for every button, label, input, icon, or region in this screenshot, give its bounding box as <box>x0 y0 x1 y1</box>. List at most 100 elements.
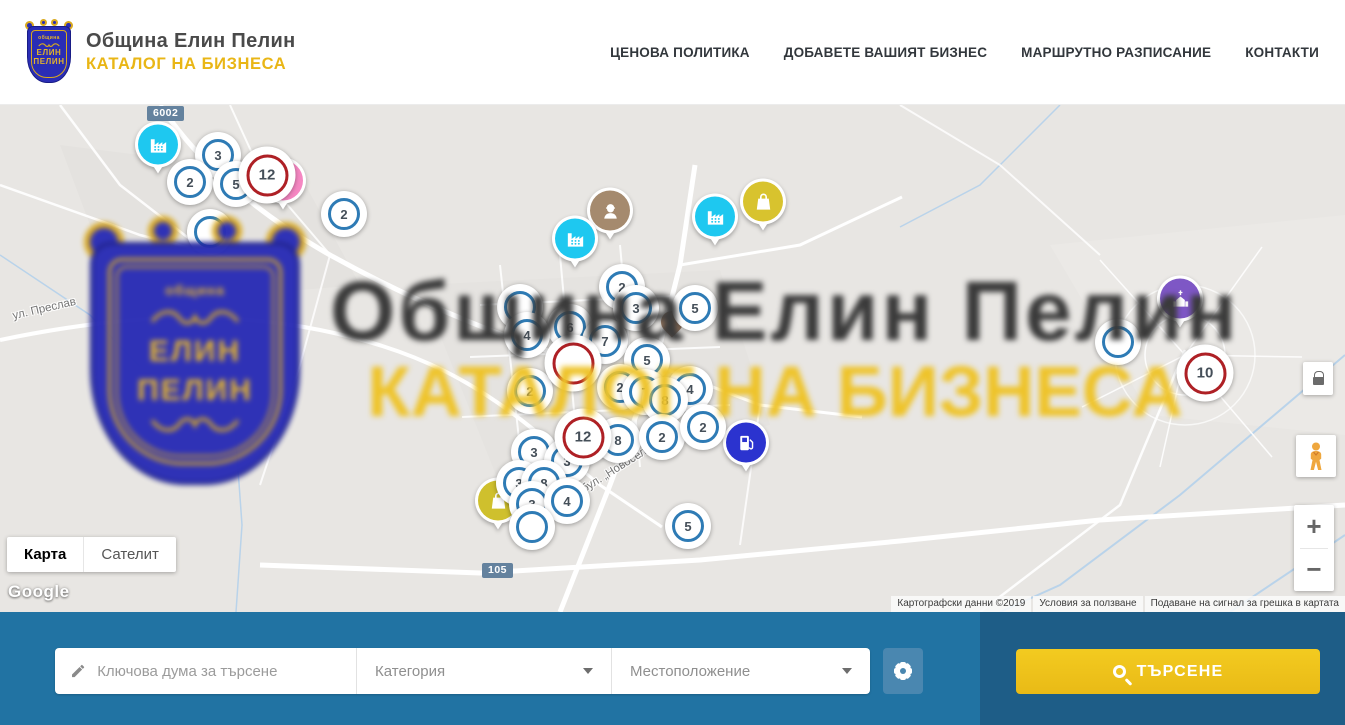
map-pin-factory-icon[interactable] <box>552 216 598 277</box>
cluster-ring <box>1102 326 1134 358</box>
map-cluster-marker[interactable]: 2 <box>639 414 685 460</box>
cluster-ring: 5 <box>672 510 704 542</box>
map-cluster-marker[interactable]: 4 <box>504 312 550 358</box>
cluster-count: 8 <box>614 433 621 448</box>
cluster-count: 10 <box>1197 365 1214 382</box>
gear-icon <box>892 660 914 682</box>
map-attribution: Картографски данни ©2019 Условия за полз… <box>889 596 1345 612</box>
keyword-input[interactable] <box>97 663 341 680</box>
crest-caption: община <box>38 35 60 41</box>
cluster-ring: 12 <box>246 154 288 196</box>
category-dropdown[interactable]: Категория <box>357 648 612 694</box>
pegman-streetview-button[interactable] <box>1296 435 1336 477</box>
map-cluster-marker[interactable]: 2 <box>321 191 367 237</box>
cluster-count: 3 <box>214 148 221 163</box>
map-pin-factory-icon[interactable] <box>692 194 738 255</box>
map-cluster-marker[interactable]: 12 <box>239 147 296 204</box>
cluster-ring <box>516 511 548 543</box>
road-number-badge: 105 <box>482 563 513 578</box>
zoom-out-button[interactable]: − <box>1294 549 1334 592</box>
attribution-report-link[interactable]: Подаване на сигнал за грешка в картата <box>1145 596 1345 612</box>
google-logo[interactable]: Google <box>8 582 70 602</box>
cluster-count: 5 <box>643 353 650 368</box>
search-fields: Категория Местоположение <box>55 648 870 694</box>
map-cluster-marker[interactable]: 2 <box>680 404 726 450</box>
pegman-icon <box>1304 441 1328 471</box>
map-cluster-marker[interactable] <box>509 504 555 550</box>
attribution-copyright: Картографски данни ©2019 <box>891 596 1031 612</box>
map-type-satellite-button[interactable]: Сателит <box>84 537 176 572</box>
map-type-map-button[interactable]: Карта <box>7 537 84 572</box>
cluster-ring: 2 <box>328 198 360 230</box>
search-bar: Категория Местоположение ТЪРСЕНЕ <box>0 612 1345 725</box>
nav-pricing-policy[interactable]: ЦЕНОВА ПОЛИТИКА <box>610 45 750 60</box>
cluster-count: 5 <box>691 301 698 316</box>
cluster-count: 8 <box>661 393 668 408</box>
nav-contacts[interactable]: КОНТАКТИ <box>1245 45 1319 60</box>
map-cluster-marker[interactable] <box>1095 319 1141 365</box>
map-canvas[interactable]: 6002105ул. Преславбул. „Новоселци3251222… <box>0 105 1345 612</box>
cluster-ring: 12 <box>562 416 604 458</box>
map-cluster-marker[interactable] <box>545 335 602 392</box>
cluster-ring: 4 <box>551 485 583 517</box>
cluster-ring: 2 <box>646 421 678 453</box>
chevron-down-icon <box>842 668 852 674</box>
main-nav: ЦЕНОВА ПОЛИТИКА ДОБАВЕТЕ ВАШИЯТ БИЗНЕС М… <box>610 45 1319 60</box>
location-dropdown[interactable]: Местоположение <box>612 648 870 694</box>
lock-icon <box>1313 377 1324 385</box>
map-type-control: Карта Сателит <box>7 537 176 572</box>
cluster-count: 12 <box>575 429 592 446</box>
map-cluster-marker[interactable]: 5 <box>672 285 718 331</box>
site-logo[interactable]: община ЕЛИН ПЕЛИН Община Елин Пелин КАТА… <box>26 21 296 83</box>
site-title: Община Елин Пелин <box>86 30 296 53</box>
zoom-control: + − <box>1294 505 1334 591</box>
cluster-count: 2 <box>186 175 193 190</box>
cluster-count: 2 <box>699 420 706 435</box>
attribution-terms-link[interactable]: Условия за ползване <box>1033 596 1142 612</box>
cluster-ring: 8 <box>649 384 681 416</box>
cluster-ring <box>194 216 226 248</box>
header: община ЕЛИН ПЕЛИН Община Елин Пелин КАТА… <box>0 0 1345 105</box>
cluster-ring: 2 <box>514 375 546 407</box>
search-button-label: ТЪРСЕНЕ <box>1137 663 1224 681</box>
zoom-in-button[interactable]: + <box>1294 505 1334 548</box>
cluster-ring: 10 <box>1184 352 1226 394</box>
business-catalog-page: община ЕЛИН ПЕЛИН Община Елин Пелин КАТА… <box>0 0 1345 725</box>
chevron-down-icon <box>583 668 593 674</box>
cluster-count: 2 <box>526 384 533 399</box>
streetview-lock-button[interactable] <box>1303 362 1333 395</box>
cluster-ring: 2 <box>687 411 719 443</box>
municipality-crest-icon: община ЕЛИН ПЕЛИН <box>26 21 72 83</box>
category-dropdown-value: Категория <box>375 663 445 680</box>
cluster-count: 3 <box>632 301 639 316</box>
map-cluster-marker[interactable]: 12 <box>555 409 612 466</box>
cluster-count: 4 <box>563 494 570 509</box>
nav-add-your-business[interactable]: ДОБАВЕТЕ ВАШИЯТ БИЗНЕС <box>784 45 987 60</box>
pencil-icon <box>70 662 86 680</box>
cluster-count: 5 <box>684 519 691 534</box>
cluster-count: 7 <box>601 334 608 349</box>
search-icon <box>1113 665 1126 678</box>
cluster-ring: 4 <box>511 319 543 351</box>
site-subtitle: КАТАЛОГ НА БИЗНЕСА <box>86 55 296 74</box>
advanced-settings-button[interactable] <box>883 648 923 694</box>
map-cluster-marker[interactable]: 2 <box>507 368 553 414</box>
cluster-count: 2 <box>658 430 665 445</box>
map-pin-bag-icon[interactable] <box>740 179 786 240</box>
cluster-ring <box>552 342 594 384</box>
cluster-count: 2 <box>340 207 347 222</box>
nav-route-timetable[interactable]: МАРШРУТНО РАЗПИСАНИЕ <box>1021 45 1211 60</box>
cluster-count: 6 <box>566 320 573 335</box>
search-submit-button[interactable]: ТЪРСЕНЕ <box>1016 649 1320 694</box>
cluster-count: 4 <box>523 328 530 343</box>
map-cluster-marker[interactable]: 2 <box>167 159 213 205</box>
cluster-count: 12 <box>259 167 276 184</box>
map-cluster-marker[interactable]: 10 <box>1177 345 1234 402</box>
map-pin-fuel-icon[interactable] <box>723 420 769 481</box>
map-cluster-marker[interactable] <box>187 209 233 255</box>
map-pin-church-icon[interactable] <box>1157 276 1203 337</box>
cluster-ring: 3 <box>620 292 652 324</box>
map-cluster-marker[interactable]: 5 <box>665 503 711 549</box>
cluster-ring: 5 <box>679 292 711 324</box>
keyword-field[interactable] <box>55 648 357 694</box>
